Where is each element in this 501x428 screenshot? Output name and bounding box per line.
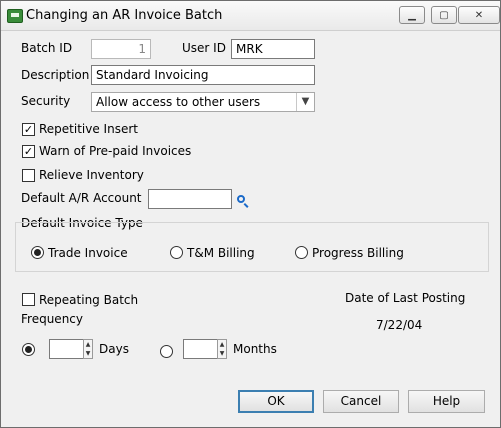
ok-button[interactable]: OK <box>238 390 314 413</box>
description-field[interactable]: Standard Invoicing <box>91 65 315 85</box>
title-bar: Changing an AR Invoice Batch ▁ ▢ ✕ <box>1 1 500 31</box>
security-selected-value: Allow access to other users <box>96 95 261 109</box>
days-label: Days <box>99 342 129 356</box>
months-label: Months <box>233 342 277 356</box>
close-button[interactable]: ✕ <box>458 6 500 24</box>
frequency-label: Frequency <box>21 312 83 326</box>
cancel-button[interactable]: Cancel <box>323 390 399 413</box>
tm-billing-radio[interactable] <box>170 246 183 259</box>
repeating-batch-label: Repeating Batch <box>39 293 139 307</box>
spin-up-icon[interactable]: ▲ <box>218 340 226 349</box>
user-id-field[interactable]: MRK <box>231 39 315 59</box>
description-label: Description <box>21 68 90 82</box>
last-posting-label: Date of Last Posting <box>345 291 466 305</box>
app-icon <box>7 9 23 23</box>
spin-up-icon[interactable]: ▲ <box>84 340 92 349</box>
repetitive-insert-label: Repetitive Insert <box>39 122 138 136</box>
security-label: Security <box>21 94 71 108</box>
batch-id-field: 1 <box>91 39 151 59</box>
repeating-batch-checkbox[interactable] <box>22 293 35 306</box>
repetitive-insert-checkbox[interactable]: ✓ <box>22 123 35 136</box>
minimize-button[interactable]: ▁ <box>399 6 425 24</box>
chevron-down-icon[interactable]: ▼ <box>296 93 314 111</box>
progress-billing-radio[interactable] <box>295 246 308 259</box>
batch-id-label: Batch ID <box>21 41 73 55</box>
help-button[interactable]: Help <box>408 390 485 413</box>
relieve-inventory-label: Relieve Inventory <box>39 168 144 182</box>
days-input[interactable] <box>49 339 84 359</box>
tm-billing-label: T&M Billing <box>187 246 255 260</box>
dialog-window: Changing an AR Invoice Batch ▁ ▢ ✕ Batch… <box>0 0 501 428</box>
days-spinner[interactable]: ▲ ▼ <box>83 339 93 359</box>
default-ar-label: Default A/R Account <box>21 191 142 205</box>
months-spinner[interactable]: ▲ ▼ <box>217 339 227 359</box>
relieve-inventory-checkbox[interactable] <box>22 169 35 182</box>
default-ar-field[interactable] <box>148 189 232 209</box>
minimize-icon: ▁ <box>408 9 416 21</box>
user-id-label: User ID <box>182 41 226 55</box>
months-radio[interactable] <box>160 345 173 358</box>
security-select[interactable]: Allow access to other users ▼ <box>91 92 315 112</box>
months-input[interactable] <box>183 339 218 359</box>
maximize-icon: ▢ <box>439 9 449 21</box>
trade-invoice-label: Trade Invoice <box>48 246 128 260</box>
close-icon: ✕ <box>474 9 484 21</box>
search-icon[interactable] <box>237 195 245 203</box>
window-title: Changing an AR Invoice Batch <box>26 8 223 23</box>
warn-prepaid-checkbox[interactable]: ✓ <box>22 145 35 158</box>
last-posting-value: 7/22/04 <box>376 318 423 332</box>
trade-invoice-radio[interactable] <box>31 246 44 259</box>
days-radio[interactable] <box>22 343 35 356</box>
spin-down-icon[interactable]: ▼ <box>84 349 92 358</box>
progress-billing-label: Progress Billing <box>312 246 404 260</box>
maximize-button[interactable]: ▢ <box>431 6 457 24</box>
spin-down-icon[interactable]: ▼ <box>218 349 226 358</box>
warn-prepaid-label: Warn of Pre-paid Invoices <box>39 144 192 158</box>
